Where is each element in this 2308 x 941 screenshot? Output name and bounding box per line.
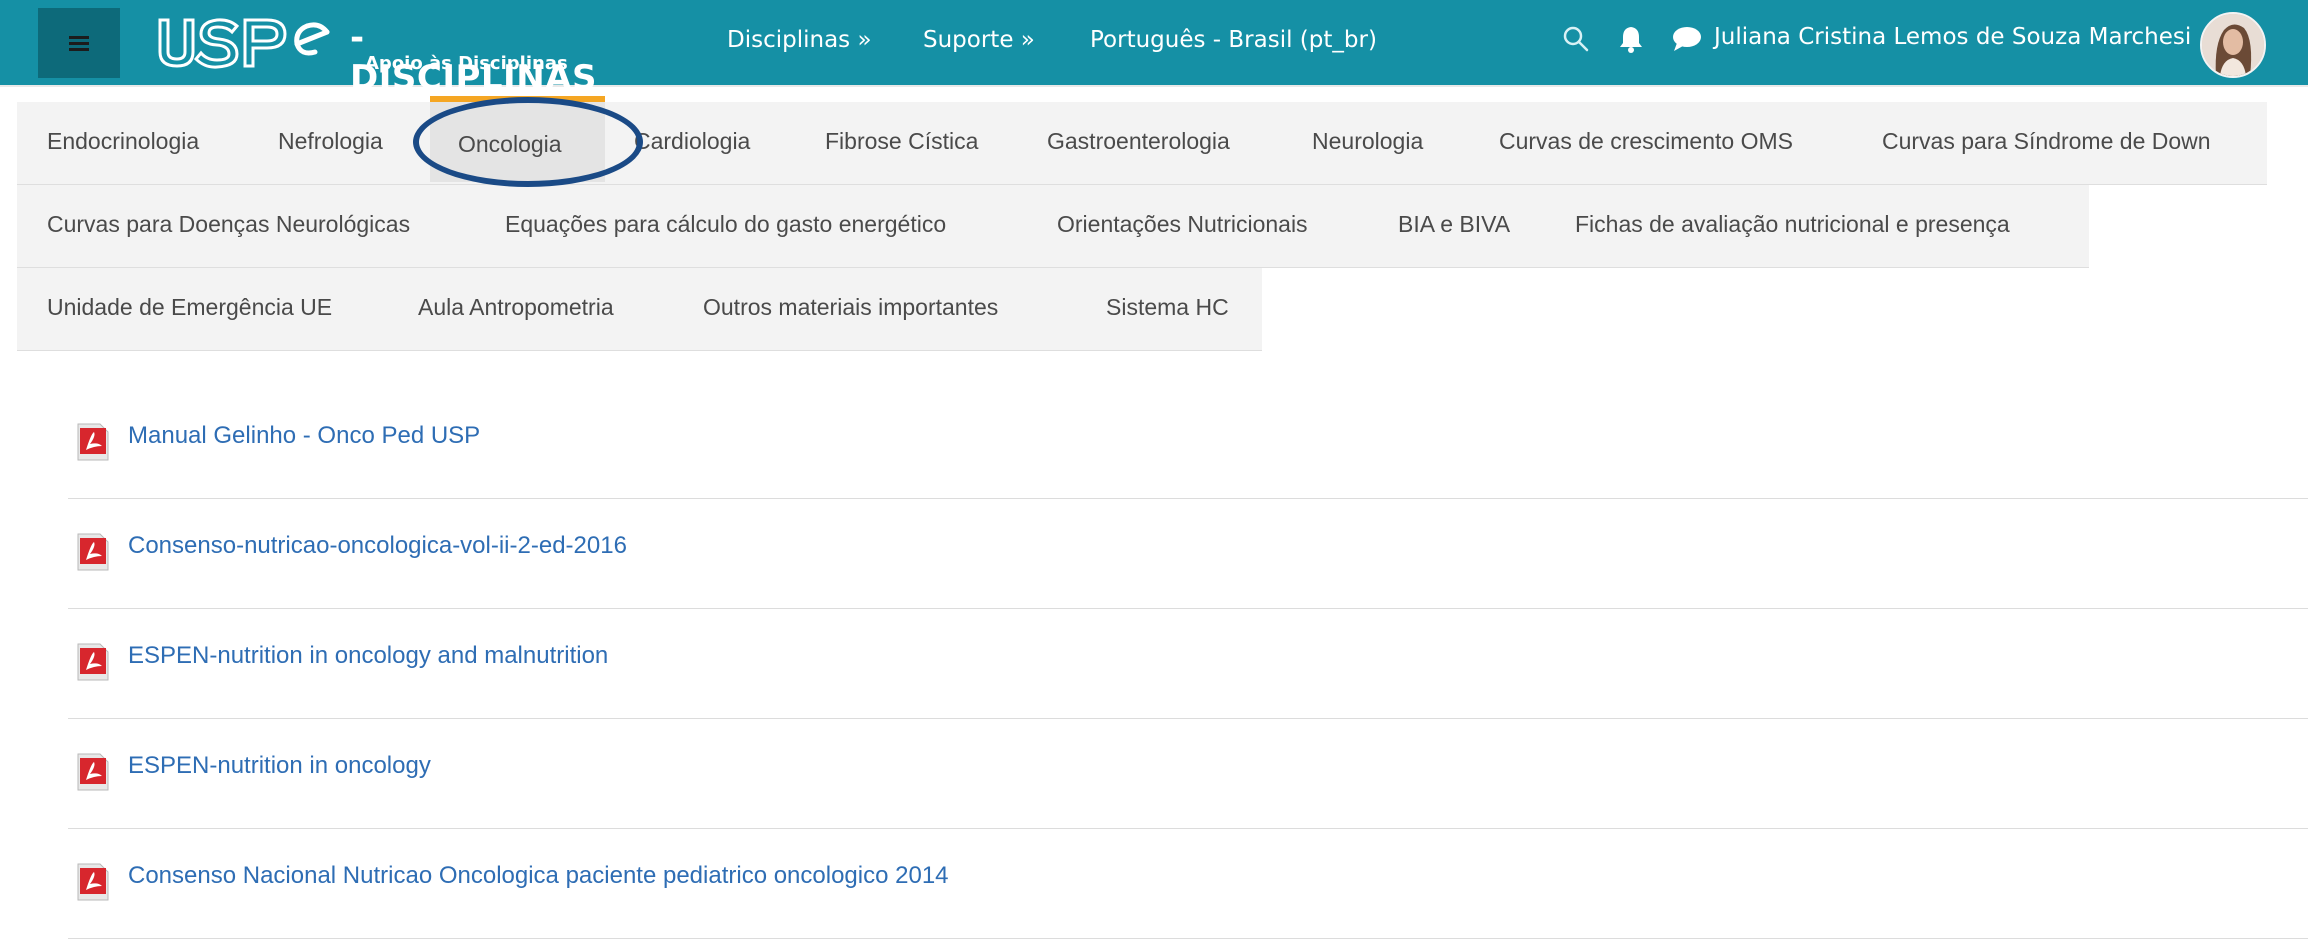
tab-unidade-emergencia[interactable]: Unidade de Emergência UE — [47, 266, 332, 348]
resource-link[interactable]: Consenso-nutricao-oncologica-vol-ii-2-ed… — [128, 532, 627, 560]
tab-aula-antropometria[interactable]: Aula Antropometria — [418, 266, 614, 348]
hamburger-icon — [69, 36, 89, 51]
pdf-icon — [76, 752, 110, 792]
tab-oncologia[interactable]: Oncologia — [458, 103, 562, 185]
tab-neurologia[interactable]: Neurologia — [1312, 100, 1423, 182]
pdf-icon — [76, 532, 110, 572]
list-item: ESPEN-nutrition in oncology and malnutri… — [68, 642, 2308, 719]
tab-fibrose-cistica[interactable]: Fibrose Cística — [825, 100, 978, 182]
chat-icon[interactable] — [1671, 25, 1703, 57]
tab-curvas-sindrome-down[interactable]: Curvas para Síndrome de Down — [1882, 100, 2211, 182]
list-item: Manual Gelinho - Onco Ped USP — [68, 422, 2308, 499]
user-name[interactable]: Juliana Cristina Lemos de Souza Marchesi — [1714, 24, 2191, 50]
tab-sistema-hc[interactable]: Sistema HC — [1106, 266, 1229, 348]
list-item: ESPEN-nutrition in oncology — [68, 752, 2308, 829]
tab-curvas-crescimento-oms[interactable]: Curvas de crescimento OMS — [1499, 100, 1793, 182]
resource-link[interactable]: Consenso Nacional Nutricao Oncologica pa… — [128, 862, 949, 890]
tab-bia-biva[interactable]: BIA e BIVA — [1398, 183, 1510, 265]
tab-orientacoes-nutricionais[interactable]: Orientações Nutricionais — [1057, 183, 1308, 265]
tab-outros-materiais[interactable]: Outros materiais importantes — [703, 266, 998, 348]
tab-nefrologia[interactable]: Nefrologia — [278, 100, 383, 182]
list-item: Consenso-nutricao-oncologica-vol-ii-2-ed… — [68, 532, 2308, 609]
resource-link[interactable]: ESPEN-nutrition in oncology — [128, 752, 431, 780]
top-navbar: -DISCIPLINAS Apoio às Disciplinas Discip… — [0, 0, 2308, 98]
hamburger-menu-button[interactable] — [38, 8, 120, 78]
tab-cardiologia[interactable]: Cardiologia — [634, 100, 750, 182]
site-logo[interactable]: -DISCIPLINAS Apoio às Disciplinas — [155, 14, 596, 98]
resource-link[interactable]: ESPEN-nutrition in oncology and malnutri… — [128, 642, 608, 670]
pdf-icon — [76, 862, 110, 902]
nav-disciplinas[interactable]: Disciplinas » — [727, 27, 872, 53]
resource-link[interactable]: Manual Gelinho - Onco Ped USP — [128, 422, 480, 450]
pdf-icon — [76, 422, 110, 462]
logo-subtitle: Apoio às Disciplinas — [365, 53, 568, 74]
nav-suporte[interactable]: Suporte » — [923, 27, 1035, 53]
tab-equacoes-gasto-energetico[interactable]: Equações para cálculo do gasto energétic… — [505, 183, 946, 265]
search-icon[interactable] — [1562, 25, 1590, 57]
tab-gastroenterologia[interactable]: Gastroenterologia — [1047, 100, 1230, 182]
tab-curvas-doencas-neurologicas[interactable]: Curvas para Doenças Neurológicas — [47, 183, 410, 265]
pdf-icon — [76, 642, 110, 682]
nav-language[interactable]: Português - Brasil (pt_br) — [1090, 27, 1377, 53]
bell-icon[interactable] — [1617, 24, 1645, 58]
tab-endocrinologia[interactable]: Endocrinologia — [47, 100, 199, 182]
list-item: Consenso Nacional Nutricao Oncologica pa… — [68, 862, 2308, 939]
tab-fichas-avaliacao[interactable]: Fichas de avaliação nutricional e presen… — [1575, 183, 2010, 265]
user-avatar[interactable] — [2200, 12, 2266, 78]
usp-logo-icon — [158, 18, 330, 69]
